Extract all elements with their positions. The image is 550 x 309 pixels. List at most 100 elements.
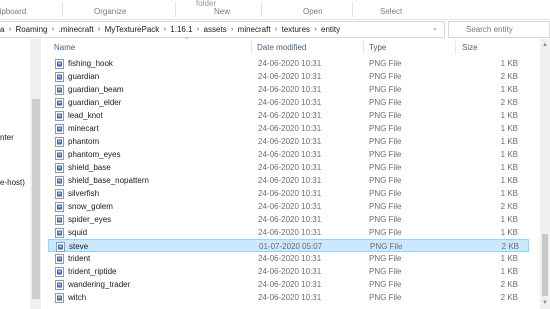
- search-input[interactable]: Search entity: [466, 25, 513, 34]
- file-row[interactable]: shield_base_nopattern 24-06-2020 10:31 PNG…: [48, 174, 529, 187]
- breadcrumb-item[interactable]: 1.16.1: [170, 25, 192, 34]
- file-date-modified: 24-06-2020 10:31: [258, 124, 322, 133]
- chevron-right-icon[interactable]: ›: [271, 26, 282, 33]
- ribbon-group-select: Select: [380, 7, 403, 16]
- file-name: phantom_eyes: [68, 150, 121, 159]
- chevron-right-icon[interactable]: ›: [310, 26, 321, 33]
- chevron-right-icon[interactable]: ›: [47, 26, 58, 33]
- file-size: 1 KB: [500, 254, 518, 263]
- nav-item-fragment[interactable]: e-host): [0, 178, 25, 187]
- file-size: 2 KB: [500, 293, 518, 302]
- chevron-right-icon[interactable]: ›: [159, 26, 170, 33]
- breadcrumb[interactable]: a › Roaming › .minecraft › MyTexturePack › 1.16.…: [0, 21, 445, 38]
- file-type: PNG File: [369, 176, 402, 185]
- file-row[interactable]: spider_eyes 24-06-2020 10:31 PNG File 1 KB: [48, 213, 529, 226]
- png-file-icon: [55, 59, 64, 69]
- file-row[interactable]: trident 24-06-2020 10:31 PNG File 1 KB: [48, 252, 529, 265]
- file-row[interactable]: squid 24-06-2020 10:31 PNG File 1 KB: [48, 226, 529, 239]
- column-date-modified[interactable]: Date modified: [257, 43, 306, 52]
- chevron-right-icon[interactable]: ›: [4, 26, 15, 33]
- png-file-icon: [55, 293, 64, 303]
- file-row[interactable]: trident_riptide 24-06-2020 10:31 PNG File 1…: [48, 265, 529, 278]
- scrollbar-thumb[interactable]: [542, 234, 548, 296]
- file-name: guardian_elder: [68, 98, 122, 107]
- file-row[interactable]: minecart 24-06-2020 10:31 PNG File 1 KB: [48, 122, 529, 135]
- column-type[interactable]: Type: [369, 43, 386, 52]
- column-divider[interactable]: [455, 41, 456, 54]
- file-list-scrollbar[interactable]: ▲ ▼: [540, 39, 550, 309]
- breadcrumb-item[interactable]: assets: [204, 25, 227, 34]
- file-size: 2 KB: [500, 98, 518, 107]
- png-file-icon: [55, 228, 64, 238]
- file-size: 1 KB: [500, 215, 518, 224]
- file-row[interactable]: guardian 24-06-2020 10:31 PNG File 2 KB: [48, 70, 529, 83]
- file-date-modified: 24-06-2020 10:31: [258, 98, 322, 107]
- file-name: snow_golem: [68, 202, 113, 211]
- breadcrumb-item[interactable]: minecraft: [238, 25, 271, 34]
- file-name: shield_base: [68, 163, 111, 172]
- ribbon-group-clipboard: Clipboard: [0, 7, 27, 16]
- file-row[interactable]: shield_base 24-06-2020 10:31 PNG File 1 KB: [48, 161, 529, 174]
- file-size: 2 KB: [500, 280, 518, 289]
- file-size: 1 KB: [500, 267, 518, 276]
- nav-item-fragment[interactable]: nter: [0, 133, 14, 142]
- file-size: 1 KB: [500, 228, 518, 237]
- file-row[interactable]: witch 24-06-2020 10:31 PNG File 2 KB: [48, 291, 529, 304]
- chevron-right-icon[interactable]: ›: [94, 26, 105, 33]
- file-row[interactable]: guardian_beam 24-06-2020 10:31 PNG File 1 K…: [48, 83, 529, 96]
- nav-scrollbar-thumb[interactable]: [32, 99, 40, 299]
- chevron-down-icon[interactable]: ⌄: [432, 24, 438, 32]
- file-type: PNG File: [369, 111, 402, 120]
- png-file-icon: [55, 280, 64, 290]
- file-date-modified: 24-06-2020 10:31: [258, 150, 322, 159]
- breadcrumb-item[interactable]: .minecraft: [58, 25, 93, 34]
- file-date-modified: 24-06-2020 10:31: [258, 72, 322, 81]
- file-name: trident: [68, 254, 91, 263]
- file-row[interactable]: lead_knot 24-06-2020 10:31 PNG File 1 KB: [48, 109, 529, 122]
- file-row[interactable]: guardian_elder 24-06-2020 10:31 PNG File 2 …: [48, 96, 529, 109]
- file-row[interactable]: silverfish 24-06-2020 10:31 PNG File 1 KB: [48, 187, 529, 200]
- file-date-modified: 24-06-2020 10:31: [258, 254, 322, 263]
- ribbon-group-organize: Organize: [94, 7, 127, 16]
- column-size[interactable]: Size: [462, 43, 478, 52]
- breadcrumb-item[interactable]: entity: [321, 25, 340, 34]
- breadcrumb-item[interactable]: textures: [282, 25, 310, 34]
- file-date-modified: 24-06-2020 10:31: [258, 137, 322, 146]
- file-size: 1 KB: [500, 137, 518, 146]
- file-row[interactable]: steve 01-07-2020 05:07 PNG File 2 KB: [48, 239, 529, 252]
- file-row[interactable]: phantom_eyes 24-06-2020 10:31 PNG File 1 KB: [48, 148, 529, 161]
- column-divider[interactable]: [251, 41, 252, 54]
- png-file-icon: [55, 254, 64, 264]
- nav-scrollbar[interactable]: [31, 39, 41, 309]
- file-name: phantom: [68, 137, 100, 146]
- column-divider[interactable]: [363, 41, 364, 54]
- file-row[interactable]: wandering_trader 24-06-2020 10:31 PNG File…: [48, 278, 529, 291]
- scroll-up-arrow-icon[interactable]: ▲: [541, 41, 549, 49]
- address-bar: a › Roaming › .minecraft › MyTexturePack › 1.16.…: [0, 21, 550, 38]
- file-size: 1 KB: [500, 163, 518, 172]
- file-name: silverfish: [68, 189, 100, 198]
- file-type: PNG File: [369, 59, 402, 68]
- file-row[interactable]: phantom 24-06-2020 10:31 PNG File 1 KB: [48, 135, 529, 148]
- breadcrumb-item[interactable]: MyTexturePack: [105, 25, 160, 34]
- file-name: fishing_hook: [68, 59, 113, 68]
- breadcrumb-item[interactable]: Roaming: [15, 25, 47, 34]
- file-type: PNG File: [369, 163, 402, 172]
- png-file-icon: [55, 111, 64, 121]
- chevron-right-icon[interactable]: ›: [227, 26, 238, 33]
- file-size: 2 KB: [501, 242, 519, 251]
- column-name[interactable]: Name: [54, 43, 75, 52]
- file-type: PNG File: [369, 228, 402, 237]
- file-row[interactable]: snow_golem 24-06-2020 10:31 PNG File 2 KB: [48, 200, 529, 213]
- file-row[interactable]: fishing_hook 24-06-2020 10:31 PNG File 1 KB: [48, 57, 529, 70]
- search-box[interactable]: Search entity: [448, 21, 550, 38]
- file-name: guardian: [68, 72, 100, 81]
- file-date-modified: 24-06-2020 10:31: [258, 189, 322, 198]
- png-file-icon: [55, 150, 64, 160]
- chevron-right-icon[interactable]: ›: [193, 26, 204, 33]
- file-name: minecart: [68, 124, 99, 133]
- file-size: 1 KB: [500, 111, 518, 120]
- file-type: PNG File: [369, 98, 402, 107]
- scroll-down-arrow-icon[interactable]: ▼: [541, 299, 549, 307]
- file-date-modified: 24-06-2020 10:31: [258, 176, 322, 185]
